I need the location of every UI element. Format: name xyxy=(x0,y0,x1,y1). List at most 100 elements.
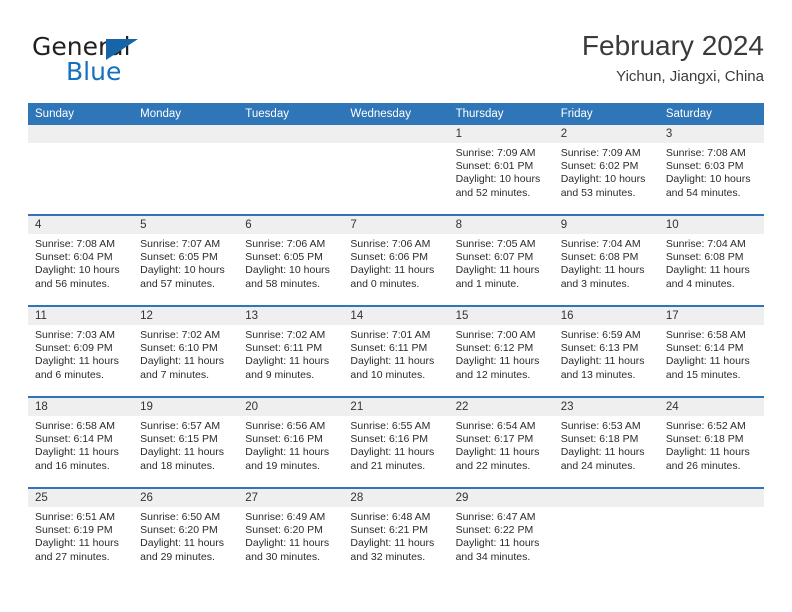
daylight-line-1: Daylight: 11 hours xyxy=(455,264,540,277)
daylight-line-1: Daylight: 11 hours xyxy=(560,264,645,277)
calendar-header-row: Sunday Monday Tuesday Wednesday Thursday… xyxy=(28,103,764,125)
logo-text-blue: Blue xyxy=(66,57,122,86)
day-details: Sunrise: 6:49 AM Sunset: 6:20 PM Daylight:… xyxy=(238,507,343,564)
day-number: 24 xyxy=(658,398,764,416)
day-cell: 20 Sunrise: 6:56 AM Sunset: 6:16 PM Dayligh… xyxy=(238,397,344,489)
day-cell-inner[interactable]: 22 Sunrise: 6:54 AM Sunset: 6:17 PM Dayligh… xyxy=(448,398,554,487)
day-number: 7 xyxy=(343,216,449,234)
daylight-line-1: Daylight: 11 hours xyxy=(665,264,750,277)
day-number: 28 xyxy=(343,489,449,507)
day-number: 29 xyxy=(448,489,554,507)
calendar-body: 1 Sunrise: 7:09 AM Sunset: 6:01 PM Daylight… xyxy=(28,125,764,578)
day-cell: 16 Sunrise: 6:59 AM Sunset: 6:13 PM Dayligh… xyxy=(553,306,659,398)
day-cell-inner[interactable]: 25 Sunrise: 6:51 AM Sunset: 6:19 PM Dayligh… xyxy=(28,489,134,578)
day-cell-inner xyxy=(28,125,134,214)
day-cell-inner[interactable]: 2 Sunrise: 7:09 AM Sunset: 6:02 PM Daylight… xyxy=(553,125,659,214)
sunrise-line: Sunrise: 7:02 AM xyxy=(140,329,221,341)
weekday-header-monday: Monday xyxy=(133,103,239,125)
calendar-week-row: 4 Sunrise: 7:08 AM Sunset: 6:04 PM Daylight… xyxy=(28,215,764,307)
day-cell-inner[interactable]: 15 Sunrise: 7:00 AM Sunset: 6:12 PM Dayligh… xyxy=(448,307,554,396)
calendar-week-row: 11 Sunrise: 7:03 AM Sunset: 6:09 PM Dayligh… xyxy=(28,306,764,398)
daylight-line-2: and 52 minutes. xyxy=(455,186,531,199)
day-cell-inner[interactable]: 13 Sunrise: 7:02 AM Sunset: 6:11 PM Dayligh… xyxy=(238,307,344,396)
day-cell-inner[interactable]: 20 Sunrise: 6:56 AM Sunset: 6:16 PM Dayligh… xyxy=(238,398,344,487)
day-details xyxy=(238,143,343,147)
day-cell: 23 Sunrise: 6:53 AM Sunset: 6:18 PM Dayligh… xyxy=(553,397,659,489)
daylight-line-1: Daylight: 11 hours xyxy=(350,355,435,368)
day-cell: 2 Sunrise: 7:09 AM Sunset: 6:02 PM Daylight… xyxy=(553,125,659,216)
day-number xyxy=(658,489,764,507)
day-number: 3 xyxy=(658,125,764,143)
day-cell-inner[interactable]: 21 Sunrise: 6:55 AM Sunset: 6:16 PM Dayligh… xyxy=(343,398,449,487)
sunset-line: Sunset: 6:04 PM xyxy=(35,251,113,264)
day-number: 13 xyxy=(238,307,344,325)
day-details: Sunrise: 6:59 AM Sunset: 6:13 PM Daylight:… xyxy=(554,325,659,382)
sunset-line: Sunset: 6:14 PM xyxy=(35,433,113,446)
daylight-line-1: Daylight: 11 hours xyxy=(560,446,645,459)
day-details: Sunrise: 7:02 AM Sunset: 6:11 PM Daylight:… xyxy=(238,325,343,382)
sunrise-line: Sunrise: 7:06 AM xyxy=(245,238,326,250)
sunset-line: Sunset: 6:22 PM xyxy=(455,524,534,537)
day-number: 5 xyxy=(133,216,239,234)
day-cell-inner[interactable]: 3 Sunrise: 7:08 AM Sunset: 6:03 PM Daylight… xyxy=(658,125,764,214)
general-blue-logo[interactable]: General Blue xyxy=(32,34,232,96)
sunset-line: Sunset: 6:12 PM xyxy=(455,342,534,355)
day-cell-inner[interactable]: 6 Sunrise: 7:06 AM Sunset: 6:05 PM Daylight… xyxy=(238,216,344,305)
sunset-line: Sunset: 6:06 PM xyxy=(350,251,429,264)
day-cell: 26 Sunrise: 6:50 AM Sunset: 6:20 PM Dayligh… xyxy=(133,488,239,578)
sunset-line: Sunset: 6:08 PM xyxy=(560,251,639,264)
day-cell: 12 Sunrise: 7:02 AM Sunset: 6:10 PM Dayligh… xyxy=(133,306,239,398)
day-cell: 14 Sunrise: 7:01 AM Sunset: 6:11 PM Dayligh… xyxy=(343,306,449,398)
day-number: 27 xyxy=(238,489,344,507)
day-details: Sunrise: 7:09 AM Sunset: 6:02 PM Daylight:… xyxy=(554,143,659,200)
day-cell-inner[interactable]: 4 Sunrise: 7:08 AM Sunset: 6:04 PM Daylight… xyxy=(28,216,134,305)
day-cell-inner[interactable]: 18 Sunrise: 6:58 AM Sunset: 6:14 PM Dayligh… xyxy=(28,398,134,487)
day-cell-inner[interactable]: 7 Sunrise: 7:06 AM Sunset: 6:06 PM Daylight… xyxy=(343,216,449,305)
day-cell-inner[interactable]: 24 Sunrise: 6:52 AM Sunset: 6:18 PM Dayligh… xyxy=(658,398,764,487)
day-cell-inner[interactable]: 14 Sunrise: 7:01 AM Sunset: 6:11 PM Dayligh… xyxy=(343,307,449,396)
daylight-line-2: and 56 minutes. xyxy=(35,277,110,290)
day-cell-inner[interactable]: 26 Sunrise: 6:50 AM Sunset: 6:20 PM Dayligh… xyxy=(133,489,239,578)
sunrise-line: Sunrise: 6:47 AM xyxy=(455,511,536,523)
day-cell-inner[interactable]: 19 Sunrise: 6:57 AM Sunset: 6:15 PM Dayligh… xyxy=(133,398,239,487)
day-cell-inner[interactable]: 17 Sunrise: 6:58 AM Sunset: 6:14 PM Dayligh… xyxy=(658,307,764,396)
sunset-line: Sunset: 6:20 PM xyxy=(140,524,218,537)
daylight-line-2: and 3 minutes. xyxy=(560,277,630,290)
daylight-line-1: Daylight: 10 hours xyxy=(665,173,751,186)
day-cell-inner[interactable]: 10 Sunrise: 7:04 AM Sunset: 6:08 PM Dayligh… xyxy=(658,216,764,305)
day-cell-inner[interactable]: 8 Sunrise: 7:05 AM Sunset: 6:07 PM Daylight… xyxy=(448,216,554,305)
day-details: Sunrise: 6:51 AM Sunset: 6:19 PM Daylight:… xyxy=(28,507,133,564)
day-cell-inner[interactable]: 16 Sunrise: 6:59 AM Sunset: 6:13 PM Dayligh… xyxy=(553,307,659,396)
day-details: Sunrise: 6:57 AM Sunset: 6:15 PM Daylight:… xyxy=(133,416,238,473)
sunrise-line: Sunrise: 7:08 AM xyxy=(665,147,746,159)
sunset-line: Sunset: 6:05 PM xyxy=(245,251,323,264)
daylight-line-2: and 16 minutes. xyxy=(35,459,110,472)
day-details: Sunrise: 6:47 AM Sunset: 6:22 PM Daylight:… xyxy=(449,507,554,564)
daylight-line-2: and 18 minutes. xyxy=(140,459,215,472)
daylight-line-2: and 13 minutes. xyxy=(560,368,636,381)
day-cell xyxy=(133,125,239,216)
day-cell-inner[interactable]: 27 Sunrise: 6:49 AM Sunset: 6:20 PM Dayligh… xyxy=(238,489,344,578)
day-cell-inner[interactable]: 9 Sunrise: 7:04 AM Sunset: 6:08 PM Daylight… xyxy=(553,216,659,305)
day-cell-inner[interactable]: 1 Sunrise: 7:09 AM Sunset: 6:01 PM Daylight… xyxy=(448,125,554,214)
sunrise-line: Sunrise: 6:58 AM xyxy=(665,329,746,341)
day-cell: 18 Sunrise: 6:58 AM Sunset: 6:14 PM Dayligh… xyxy=(28,397,134,489)
daylight-line-2: and 29 minutes. xyxy=(140,550,215,563)
day-cell-inner[interactable]: 28 Sunrise: 6:48 AM Sunset: 6:21 PM Dayligh… xyxy=(343,489,449,578)
day-number: 12 xyxy=(133,307,239,325)
sunrise-line: Sunrise: 7:05 AM xyxy=(455,238,536,250)
day-details: Sunrise: 7:02 AM Sunset: 6:10 PM Daylight:… xyxy=(133,325,238,382)
day-cell-inner[interactable]: 23 Sunrise: 6:53 AM Sunset: 6:18 PM Dayligh… xyxy=(553,398,659,487)
day-number: 14 xyxy=(343,307,449,325)
day-cell-inner[interactable]: 5 Sunrise: 7:07 AM Sunset: 6:05 PM Daylight… xyxy=(133,216,239,305)
day-details: Sunrise: 7:00 AM Sunset: 6:12 PM Daylight:… xyxy=(449,325,554,382)
weekday-header-sunday: Sunday xyxy=(28,103,134,125)
daylight-line-1: Daylight: 11 hours xyxy=(35,355,119,368)
day-cell-inner[interactable]: 11 Sunrise: 7:03 AM Sunset: 6:09 PM Dayligh… xyxy=(28,307,134,396)
calendar-page: General Blue February 2024 Yichun, Jiang… xyxy=(0,0,792,612)
daylight-line-2: and 1 minute. xyxy=(455,277,520,290)
sunrise-line: Sunrise: 6:48 AM xyxy=(350,511,431,523)
day-cell-inner[interactable]: 29 Sunrise: 6:47 AM Sunset: 6:22 PM Dayligh… xyxy=(448,489,554,578)
day-number: 2 xyxy=(553,125,659,143)
day-cell-inner[interactable]: 12 Sunrise: 7:02 AM Sunset: 6:10 PM Dayligh… xyxy=(133,307,239,396)
